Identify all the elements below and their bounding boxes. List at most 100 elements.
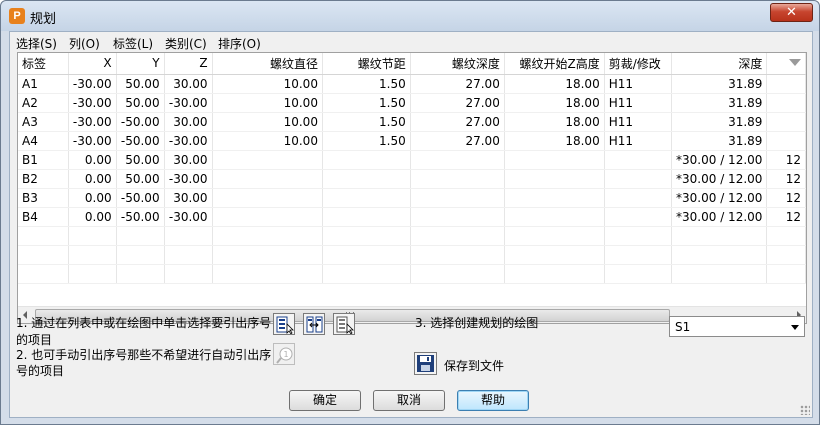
save-to-file-button[interactable] (414, 352, 437, 375)
table-cell (671, 226, 768, 246)
table-cell (322, 207, 411, 227)
menu-sort[interactable]: 排序(O) (218, 35, 261, 52)
table-cell: 12 (766, 188, 806, 208)
table-cell (18, 245, 69, 265)
menu-labels[interactable]: 标签(L) (113, 35, 153, 52)
column-dropdown-icon[interactable] (789, 59, 801, 66)
list-select-icon (276, 316, 294, 334)
table-cell (604, 226, 673, 246)
table-cell: 50.00 (116, 93, 165, 113)
table-cell: B2 (18, 169, 69, 189)
table-cell: H11 (604, 93, 673, 113)
table-cell: *30.00 / 12.00 (671, 169, 768, 189)
drawing-select[interactable]: S1 (669, 316, 805, 337)
table-cell (766, 131, 806, 151)
table-row[interactable]: A2 -30.00 50.00 -30.00 10.00 1.50 27.00 18.00 H1… (18, 93, 806, 113)
table-cell: -30.00 (164, 93, 213, 113)
col-header-thread-start-z[interactable]: 螺纹开始Z高度 (504, 53, 605, 75)
menu-select[interactable]: 选择(S) (16, 35, 57, 52)
table-cell (766, 112, 806, 132)
table-row[interactable]: B4 0.00 -50.00 -30.00 *30.00 / 12.00 12 (18, 207, 806, 227)
col-header-thread-pitch[interactable]: 螺纹节距 (322, 53, 411, 75)
col-header-thread-depth[interactable]: 螺纹深度 (410, 53, 505, 75)
table-row[interactable] (18, 264, 806, 284)
col-header-y[interactable]: Y (116, 53, 165, 75)
compare-list-button[interactable] (303, 313, 325, 335)
table-cell (766, 93, 806, 113)
table-cell: -30.00 (68, 112, 117, 132)
table-row[interactable]: A3 -30.00 -50.00 30.00 10.00 1.50 27.00 18.00 H1… (18, 112, 806, 132)
pick-from-list-button[interactable] (273, 313, 295, 335)
window-title: 规划 (30, 12, 57, 27)
table-cell (504, 150, 605, 170)
table-cell (766, 264, 806, 284)
table-cell: 31.89 (671, 131, 768, 151)
table-cell: 31.89 (671, 93, 768, 113)
save-to-file-label: 保存到文件 (444, 359, 505, 373)
table-row[interactable]: A1 -30.00 50.00 30.00 10.00 1.50 27.00 18.00 H11… (18, 74, 806, 94)
table-cell: 10.00 (212, 93, 323, 113)
table-cell: 0.00 (68, 188, 117, 208)
manual-balloon-button[interactable]: 1 (273, 343, 295, 365)
table-row[interactable] (18, 226, 806, 246)
table-row[interactable]: B3 0.00 -50.00 30.00 *30.00 / 12.00 12 (18, 188, 806, 208)
col-header-trim-modify[interactable]: 剪裁/修改 (604, 53, 673, 75)
table-cell: 0.00 (68, 169, 117, 189)
table-cell (671, 245, 768, 265)
help-button[interactable]: 帮助 (457, 390, 529, 411)
table-cell: 30.00 (164, 188, 213, 208)
col-header-extra[interactable] (766, 53, 806, 75)
col-header-depth[interactable]: 深度 (671, 53, 768, 75)
table-cell: 1.50 (322, 74, 411, 94)
table-row[interactable]: B2 0.00 50.00 -30.00 *30.00 / 12.00 12 (18, 169, 806, 189)
table-cell: 1.50 (322, 93, 411, 113)
menu-columns[interactable]: 列(O) (69, 35, 100, 52)
table-row[interactable]: B1 0.00 50.00 30.00 *30.00 / 12.00 12 (18, 150, 806, 170)
instruction-step3: 3. 选择创建规划的绘图 (415, 316, 539, 330)
instruction-step1-line1: 1. 通过在列表中或在绘图中单击选择要引出序号 (16, 316, 272, 330)
table-cell (504, 207, 605, 227)
table-cell (604, 150, 673, 170)
data-grid: 标签 X Y Z 螺纹直径 螺纹节距 螺纹深度 螺纹开始Z高度 剪裁/修改 深度… (18, 53, 806, 284)
table-cell: -50.00 (116, 131, 165, 151)
table-cell (671, 264, 768, 284)
table-cell (212, 245, 323, 265)
table-cell: 18.00 (504, 112, 605, 132)
table-cell (410, 226, 505, 246)
table-row[interactable] (18, 245, 806, 265)
table-cell: B3 (18, 188, 69, 208)
table-cell: -30.00 (68, 93, 117, 113)
chevron-down-icon[interactable] (791, 325, 799, 330)
table-cell (604, 207, 673, 227)
list-compare-icon (306, 316, 323, 333)
table-row[interactable]: A4 -30.00 -50.00 -30.00 10.00 1.50 27.00 18.00 H… (18, 131, 806, 151)
table-cell: 31.89 (671, 112, 768, 132)
table-cell (68, 264, 117, 284)
table-cell (212, 264, 323, 284)
close-button[interactable]: ✕ (770, 3, 813, 22)
col-header-label[interactable]: 标签 (18, 53, 69, 75)
planning-dialog: P 规划 ✕ 选择(S) 列(O) 标签(L) 类别(C) 排序(O) 标签 X… (0, 0, 820, 425)
table-cell: 12 (766, 207, 806, 227)
table-cell (504, 188, 605, 208)
resize-grip-icon[interactable] (800, 405, 810, 415)
table-cell (410, 245, 505, 265)
planning-table[interactable]: 标签 X Y Z 螺纹直径 螺纹节距 螺纹深度 螺纹开始Z高度 剪裁/修改 深度… (17, 52, 807, 324)
col-header-thread-diameter[interactable]: 螺纹直径 (212, 53, 323, 75)
table-cell (322, 226, 411, 246)
table-cell: H11 (604, 112, 673, 132)
pick-from-drawing-button[interactable] (333, 313, 355, 335)
table-cell: 31.89 (671, 74, 768, 94)
instruction-step2-line2: 号的项目 (16, 364, 65, 378)
table-cell (322, 264, 411, 284)
table-cell: -30.00 (68, 131, 117, 151)
table-cell (212, 207, 323, 227)
table-cell: 0.00 (68, 207, 117, 227)
col-header-x[interactable]: X (68, 53, 117, 75)
table-cell (212, 169, 323, 189)
menu-categories[interactable]: 类别(C) (165, 35, 207, 52)
col-header-z[interactable]: Z (164, 53, 213, 75)
cancel-button[interactable]: 取消 (373, 390, 445, 411)
ok-button[interactable]: 确定 (289, 390, 361, 411)
table-cell: 18.00 (504, 93, 605, 113)
